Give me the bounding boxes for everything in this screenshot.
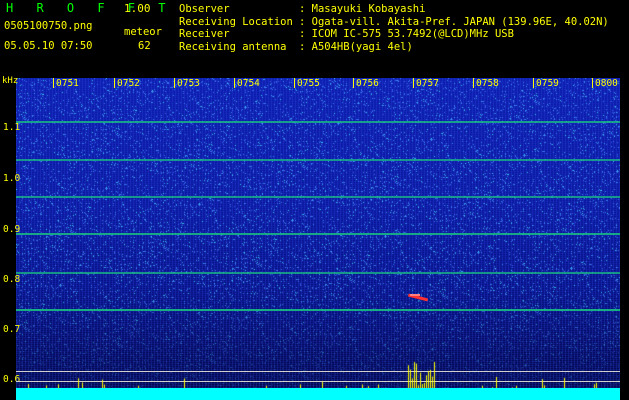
antenna-row: Receiving antenna : A504HB(yagi 4el): [179, 41, 609, 54]
x-tick-label: 0756: [356, 78, 379, 89]
observer-value: : Masayuki Kobayashi: [299, 3, 426, 15]
x-tick-mark: [294, 78, 295, 88]
y-tick-label: 1.0: [3, 173, 21, 184]
x-tick-label: 0758: [476, 78, 499, 89]
x-tick-mark: [174, 78, 175, 88]
app-version: 1.00: [124, 2, 151, 15]
carrier-line: [16, 309, 620, 311]
y-axis-unit: kHz: [2, 76, 19, 86]
carrier-line: [16, 233, 620, 235]
x-tick-label: 0753: [177, 78, 200, 89]
observer-key: Observer: [179, 3, 230, 15]
hroft-window: H R O F F T 1.00 0505100750.png 05.05.10…: [0, 0, 629, 400]
x-tick-label: 0752: [117, 78, 140, 89]
file-name: 0505100750.png: [4, 20, 93, 32]
noise-floor: [16, 388, 620, 400]
x-tick-mark: [353, 78, 354, 88]
x-tick-label: 0759: [536, 78, 559, 89]
carrier-line: [16, 121, 620, 123]
receiver-row: Receiver : ICOM IC-575 53.7492(@LCD)MHz U…: [179, 28, 609, 41]
y-tick-label: 0.8: [3, 274, 21, 285]
spectrogram-noise: [16, 78, 620, 400]
location-key: Receiving Location: [179, 15, 293, 28]
meteor-label: meteor: [124, 26, 162, 38]
x-tick-label: 0755: [297, 78, 320, 89]
carrier-line: [16, 159, 620, 161]
receiver-value: : ICOM IC-575 53.7492(@LCD)MHz USB: [299, 28, 514, 40]
x-tick-mark: [114, 78, 115, 88]
y-tick-label: 0.7: [3, 324, 21, 335]
spectrogram: [16, 78, 620, 400]
antenna-value: : A504HB(yagi 4el): [299, 40, 413, 53]
x-tick-label: 0751: [56, 78, 79, 89]
meteor-echo: [407, 293, 429, 304]
x-tick-mark: [592, 78, 593, 88]
meteor-count: 62: [138, 40, 151, 52]
y-tick-label: 1.1: [3, 122, 21, 133]
x-tick-mark: [533, 78, 534, 88]
carrier-line: [16, 272, 620, 274]
location-row: Receiving Location : Ogata-vill. Akita-Pr…: [179, 16, 609, 29]
x-tick-label: 0800: [595, 78, 618, 89]
location-value: : Ogata-vill. Akita-Pref. JAPAN (139.96E…: [299, 15, 609, 28]
x-tick-label: 0757: [416, 78, 439, 89]
date-time: 05.05.10 07:50: [4, 40, 93, 52]
antenna-key: Receiving antenna: [179, 40, 287, 53]
x-tick-mark: [53, 78, 54, 88]
receiver-key: Receiver: [179, 28, 230, 40]
station-info: Observer : Masayuki Kobayashi Receiving L…: [179, 3, 609, 53]
header-panel: H R O F F T 1.00 0505100750.png 05.05.10…: [0, 0, 629, 78]
x-tick-mark: [473, 78, 474, 88]
observer-row: Observer : Masayuki Kobayashi: [179, 3, 609, 16]
x-tick-mark: [234, 78, 235, 88]
x-tick-mark: [413, 78, 414, 88]
x-tick-label: 0754: [237, 78, 260, 89]
carrier-line: [16, 196, 620, 198]
